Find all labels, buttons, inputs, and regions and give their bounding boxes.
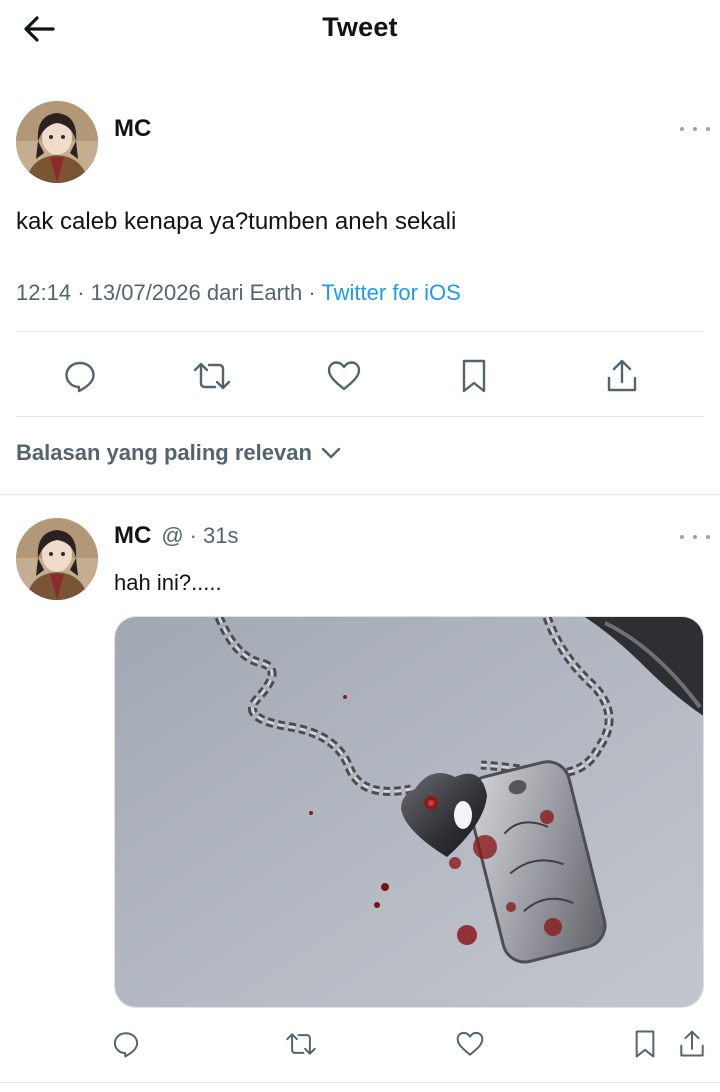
bookmark-button[interactable] [452, 354, 496, 398]
reply-separator: · [189, 523, 197, 548]
tweet-meta: 12:14 · 13/07/2026 dari Earth · Twitter … [16, 280, 461, 306]
page-title: Tweet [322, 12, 398, 42]
dot-icon [680, 535, 684, 539]
share-icon [607, 359, 637, 392]
reply-bookmark-button[interactable] [628, 1026, 662, 1062]
dot-icon [693, 127, 697, 131]
like-icon [456, 1031, 484, 1056]
necklace-photo [115, 617, 703, 1007]
reply-retweet-button[interactable] [282, 1026, 320, 1062]
meta-separator: · [77, 280, 85, 305]
replies-sort-label: Balasan yang paling relevan [16, 440, 312, 465]
reply-author-name[interactable]: MC [114, 522, 151, 550]
divider [0, 1082, 720, 1083]
tweet-date-location: 13/07/2026 dari Earth [90, 280, 303, 305]
reply-header: MC @ · 31s [114, 522, 238, 550]
like-icon [327, 361, 361, 391]
replies-sort-button[interactable]: Balasan yang paling relevan [16, 440, 342, 466]
like-button[interactable] [322, 354, 366, 398]
divider [0, 494, 720, 495]
reply-icon [65, 361, 95, 393]
tweet-text: kak caleb kenapa ya?tumben aneh sekali [16, 208, 457, 235]
retweet-icon [193, 362, 231, 390]
dot-icon [706, 535, 710, 539]
author-name[interactable]: MC [114, 115, 151, 143]
reply-more-options-button[interactable] [680, 530, 710, 544]
tweet-source-link[interactable]: Twitter for iOS [321, 280, 460, 305]
author-avatar[interactable] [16, 101, 98, 183]
top-bar: Tweet [0, 0, 720, 58]
reply-reply-button[interactable] [108, 1026, 144, 1062]
reply-author-handle[interactable]: @ [161, 523, 183, 549]
more-options-button[interactable] [680, 122, 710, 136]
divider [16, 331, 704, 332]
reply-icon [113, 1032, 139, 1058]
divider [16, 416, 704, 417]
reply-like-button[interactable] [452, 1026, 488, 1062]
reply-timestamp[interactable]: 31s [203, 523, 238, 549]
tweet-time: 12:14 [16, 280, 72, 305]
bookmark-icon [635, 1030, 655, 1058]
dot-icon [706, 127, 710, 131]
chevron-down-icon [321, 447, 341, 459]
share-icon [680, 1030, 704, 1057]
dot-icon [693, 535, 697, 539]
reply-button[interactable] [58, 354, 102, 398]
retweet-button[interactable] [189, 354, 235, 398]
dot-icon [680, 127, 684, 131]
reply-media-image[interactable] [114, 616, 704, 1008]
reply-share-button[interactable] [674, 1026, 710, 1062]
meta-separator: · [308, 280, 316, 305]
bookmark-icon [462, 359, 486, 393]
retweet-icon [286, 1033, 316, 1055]
reply-text: hah ini?..... [114, 570, 222, 595]
reply-author-avatar[interactable] [16, 518, 98, 600]
share-button[interactable] [600, 354, 644, 398]
